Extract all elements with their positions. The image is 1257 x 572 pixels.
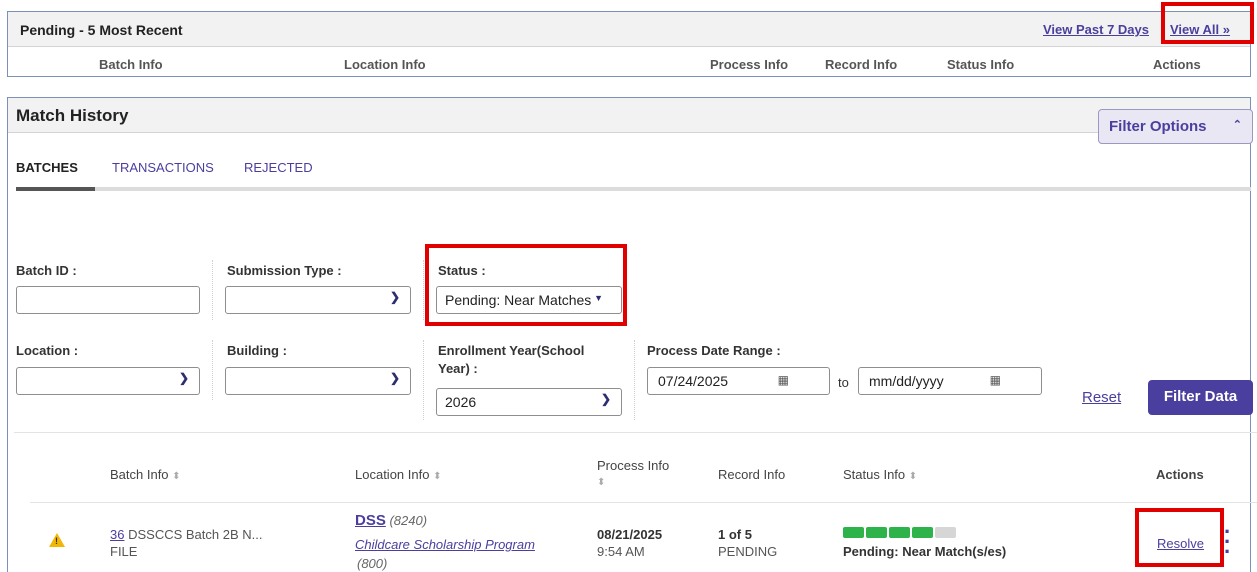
date-range-separator: to (838, 375, 849, 390)
calendar-icon[interactable]: ▦ (990, 373, 1001, 387)
chevron-down-icon: ❯ (389, 371, 400, 385)
pending-col-record-info: Record Info (825, 57, 898, 72)
th-location-info[interactable]: Location Info ⬍ (355, 467, 441, 482)
chevron-down-icon: ❯ (389, 290, 400, 304)
progress-segment (912, 527, 933, 538)
building-select[interactable]: ❯ (225, 367, 411, 395)
batch-type: FILE (110, 544, 138, 559)
enrollment-year-select[interactable]: 2026 ❯ (436, 388, 622, 416)
chevron-down-icon: ❯ (178, 371, 189, 385)
double-chevron-right-icon: » (1222, 22, 1230, 37)
th-record-info: Record Info (718, 467, 786, 482)
progress-segment (843, 527, 864, 538)
filter-divider (634, 340, 635, 420)
record-status: PENDING (718, 544, 778, 559)
th-batch-info[interactable]: Batch Info ⬍ (110, 467, 181, 482)
location-code: DSS (8240) (355, 512, 427, 529)
pending-panel: Pending - 5 Most Recent View Past 7 Days… (7, 11, 1251, 77)
progress-segment (935, 527, 956, 538)
pending-col-actions: Actions (1153, 57, 1201, 72)
reset-link[interactable]: Reset (1082, 389, 1121, 406)
batch-name: DSSCCS Batch 2B N... (128, 527, 263, 542)
header-row-divider (30, 502, 1257, 503)
chevron-down-icon: ▼ (594, 293, 603, 303)
pending-col-location-info: Location Info (344, 57, 426, 72)
filter-divider (212, 340, 213, 400)
match-history-title: Match History (16, 106, 129, 125)
resolve-link[interactable]: Resolve (1157, 536, 1204, 551)
building-label: Building : (227, 343, 287, 358)
batch-id-link[interactable]: 36 (110, 527, 124, 542)
date-to-input[interactable]: mm/dd/yyyy ▦ (858, 367, 1042, 395)
status-label: Status : (438, 263, 486, 278)
batch-info: 36 DSSCCS Batch 2B N... (110, 527, 262, 542)
more-options-icon[interactable]: · · · (1224, 521, 1231, 563)
filter-divider (423, 340, 424, 420)
submission-type-select[interactable]: ❯ (225, 286, 411, 314)
progress-segment (889, 527, 910, 538)
sort-icon: ⬍ (597, 477, 606, 488)
match-history-header: Match History ↻ (8, 98, 1250, 133)
progress-segment (866, 527, 887, 538)
record-count: 1 of 5 (718, 527, 752, 542)
batch-id-input[interactable] (16, 286, 200, 314)
tab-batches[interactable]: BATCHES (16, 160, 78, 175)
location-code-link[interactable]: DSS (355, 512, 386, 529)
pending-title: Pending - 5 Most Recent (20, 22, 183, 38)
date-from-input[interactable]: 07/24/2025 ▦ (647, 367, 830, 395)
sort-icon: ⬍ (172, 471, 181, 482)
pending-col-process-info: Process Info (710, 57, 789, 72)
filter-divider (423, 260, 424, 320)
enrollment-year-label-line2: Year) : (438, 361, 478, 376)
location-select[interactable]: ❯ (16, 367, 200, 395)
program-link[interactable]: Childcare Scholarship Program (355, 537, 535, 552)
location-label: Location : (16, 343, 79, 358)
pending-col-status-info: Status Info (947, 57, 1015, 72)
sort-icon: ⬍ (433, 471, 442, 482)
match-history-panel: Match History ↻ BATCHES TRANSACTIONS REJ… (7, 97, 1251, 572)
tab-active-indicator (16, 187, 95, 191)
location-number: (8240) (389, 513, 428, 528)
view-all-link[interactable]: View All » (1170, 22, 1230, 37)
filter-options-button[interactable]: Filter Options ⌃ (1098, 109, 1253, 144)
pending-header: Pending - 5 Most Recent View Past 7 Days… (8, 12, 1250, 47)
warning-icon: ! (49, 533, 65, 547)
th-actions: Actions (1156, 467, 1204, 482)
filter-data-button[interactable]: Filter Data (1148, 380, 1253, 415)
filter-divider (212, 260, 213, 320)
status-text: Pending: Near Match(s/es) (843, 544, 1007, 559)
th-status-info[interactable]: Status Info ⬍ (843, 467, 917, 482)
view-past-7-days-link[interactable]: View Past 7 Days (1043, 22, 1149, 37)
process-date-range-label: Process Date Range : (647, 343, 781, 358)
process-date: 08/21/2025 (597, 527, 663, 542)
chevron-up-icon: ⌃ (1232, 119, 1242, 131)
tab-underline (16, 187, 1251, 191)
sort-icon: ⬍ (908, 471, 918, 482)
th-process-info[interactable]: Process Info ⬍ (597, 458, 669, 488)
status-select[interactable]: Pending: Near Matches ▼ (436, 286, 622, 314)
tab-rejected[interactable]: REJECTED (244, 160, 313, 175)
batch-id-label: Batch ID : (16, 263, 77, 278)
process-time: 9:54 AM (597, 544, 645, 559)
chevron-down-icon: ❯ (600, 392, 611, 406)
filter-table-divider (14, 432, 1257, 433)
pending-col-batch-info: Batch Info (99, 57, 163, 72)
submission-type-label: Submission Type : (227, 263, 342, 278)
calendar-icon[interactable]: ▦ (778, 373, 789, 387)
enrollment-year-label-line1: Enrollment Year(School (438, 343, 585, 358)
tab-transactions[interactable]: TRANSACTIONS (112, 160, 214, 175)
program-number: (800) (357, 556, 388, 571)
